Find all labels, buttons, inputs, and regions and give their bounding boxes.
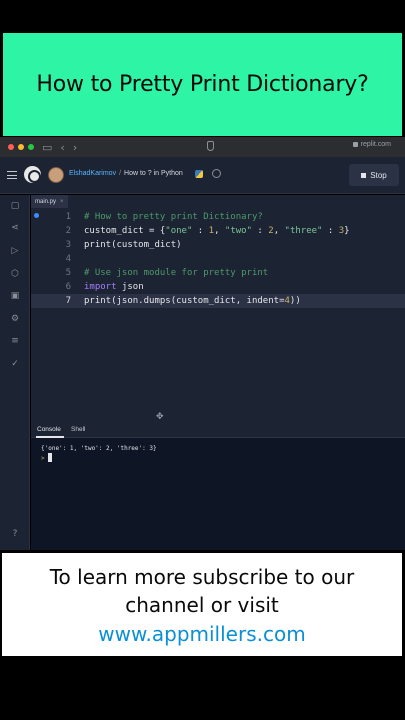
- stop-label: Stop: [370, 170, 387, 180]
- url-text: replit.com: [360, 141, 391, 148]
- app-header: ElshadKarimov / How to ? in Python Stop: [0, 157, 405, 194]
- code-token: print(json.dumps(custom_dict, indent=: [84, 296, 285, 306]
- secrets-icon[interactable]: ▣: [10, 291, 20, 301]
- website-link[interactable]: www.appmillers.com: [2, 619, 402, 649]
- menu-icon[interactable]: [7, 171, 17, 179]
- address-bar[interactable]: replit.com: [352, 141, 391, 148]
- code-text: print(json.dumps(custom_dict, indent=4)): [84, 294, 301, 308]
- line-number: 4: [65, 254, 71, 264]
- code-line[interactable]: 1 # How to pretty print Dictionary?: [31, 210, 405, 224]
- packages-icon[interactable]: ⬡: [10, 269, 20, 279]
- breadcrumb-repl-name[interactable]: How to ? in Python: [124, 170, 183, 177]
- code-token: import: [84, 282, 117, 292]
- code-line[interactable]: 5 # Use json module for pretty print: [31, 266, 405, 280]
- title-text: How to Pretty Print Dictionary?: [36, 72, 369, 97]
- text-cursor: [48, 453, 52, 462]
- code-token: :: [192, 226, 209, 236]
- drag-handle-icon[interactable]: ✥: [156, 412, 164, 422]
- line-number: 1: [65, 212, 71, 222]
- code-token: # How to pretty print Dictionary?: [84, 212, 263, 222]
- forward-icon[interactable]: ›: [73, 141, 77, 154]
- breadcrumb: ElshadKarimov / How to ? in Python: [69, 170, 183, 177]
- code-token: "one": [165, 226, 193, 236]
- back-icon[interactable]: ‹: [60, 141, 64, 154]
- code-token: }: [344, 226, 350, 236]
- settings-icon[interactable]: ⚙: [10, 314, 20, 324]
- files-icon[interactable]: ▢: [10, 201, 20, 211]
- history-icon[interactable]: [212, 169, 221, 178]
- code-token: print(custom_dict): [84, 240, 182, 250]
- stop-button[interactable]: Stop: [349, 164, 399, 186]
- code-token: # Use json module for pretty print: [84, 268, 269, 278]
- breadcrumb-user[interactable]: ElshadKarimov: [69, 170, 116, 177]
- code-text: print(custom_dict): [84, 238, 182, 252]
- line-number: 3: [65, 240, 71, 250]
- code-token: :: [252, 226, 269, 236]
- share-icon[interactable]: ⋖: [10, 223, 20, 233]
- close-tab-icon[interactable]: ×: [60, 199, 64, 205]
- code-line[interactable]: 6 import json: [31, 280, 405, 294]
- stop-icon: [361, 172, 367, 178]
- code-token: :: [322, 226, 339, 236]
- shield-icon[interactable]: [207, 141, 214, 151]
- line-number: 7: [65, 296, 71, 306]
- check-icon[interactable]: ✓: [10, 359, 20, 369]
- replit-logo[interactable]: [24, 166, 41, 183]
- code-token: custom_dict = {: [84, 226, 166, 236]
- code-text: # How to pretty print Dictionary?: [84, 210, 263, 224]
- sidebar-toggle-icon[interactable]: ▭: [42, 141, 52, 154]
- minimize-window-button[interactable]: [18, 144, 24, 150]
- console-output[interactable]: {'one': 1, 'two': 2, 'three': 3} >: [31, 438, 405, 550]
- code-line[interactable]: 4: [31, 252, 405, 266]
- close-window-button[interactable]: [8, 144, 14, 150]
- line-number: 5: [65, 268, 71, 278]
- breadcrumb-separator: /: [119, 170, 122, 177]
- tab-label: main.py: [35, 198, 57, 205]
- tab-main-py[interactable]: main.py ×: [31, 195, 68, 208]
- maximize-window-button[interactable]: [28, 144, 34, 150]
- code-line[interactable]: 2 custom_dict = {"one" : 1, "two" : 2, "t…: [31, 224, 405, 238]
- tab-shell[interactable]: Shell: [71, 426, 85, 433]
- help-icon[interactable]: ?: [10, 529, 20, 539]
- avatar[interactable]: [48, 167, 64, 183]
- code-text: # Use json module for pretty print: [84, 266, 268, 280]
- subscribe-line-2: channel or visit: [125, 593, 279, 617]
- pane-divider[interactable]: ✥: [31, 410, 405, 423]
- console-tabs: Console Shell: [31, 423, 405, 438]
- code-text: import json: [84, 280, 144, 294]
- code-token: "two": [224, 226, 252, 236]
- code-line[interactable]: 3 print(custom_dict): [31, 238, 405, 252]
- subscribe-line-1: To learn more subscribe to our: [49, 565, 355, 589]
- code-line[interactable]: 7 print(json.dumps(custom_dict, indent=4)…: [31, 294, 405, 308]
- code-editor[interactable]: main.py × 1 # How to pretty print Diction…: [31, 195, 405, 410]
- code-token: "three": [284, 226, 323, 236]
- line-number: 6: [65, 282, 71, 292]
- python-icon: [195, 170, 203, 178]
- tab-console[interactable]: Console: [37, 426, 61, 433]
- code-token: ,: [214, 226, 225, 236]
- database-icon[interactable]: ≡: [10, 336, 20, 346]
- code-token: json: [116, 282, 144, 292]
- code-token: ,: [273, 226, 285, 236]
- browser-toolbar: ▭ ‹ › replit.com: [0, 137, 405, 157]
- console-output-text: {'one': 1, 'two': 2, 'three': 3}: [41, 445, 157, 452]
- sidebar: ▢ ⋖ ▷ ⬡ ▣ ⚙ ≡ ✓ ?: [0, 195, 30, 550]
- console-prompt: >: [41, 455, 45, 462]
- title-banner: How to Pretty Print Dictionary?: [3, 33, 402, 136]
- lock-icon: [352, 142, 358, 147]
- subscribe-banner: To learn more subscribe to our channel o…: [2, 553, 402, 656]
- console-icon[interactable]: ▷: [10, 246, 20, 256]
- code-text: custom_dict = {"one" : 1, "two" : 2, "th…: [84, 224, 350, 238]
- code-token: )): [289, 296, 301, 306]
- line-number: 2: [65, 226, 71, 236]
